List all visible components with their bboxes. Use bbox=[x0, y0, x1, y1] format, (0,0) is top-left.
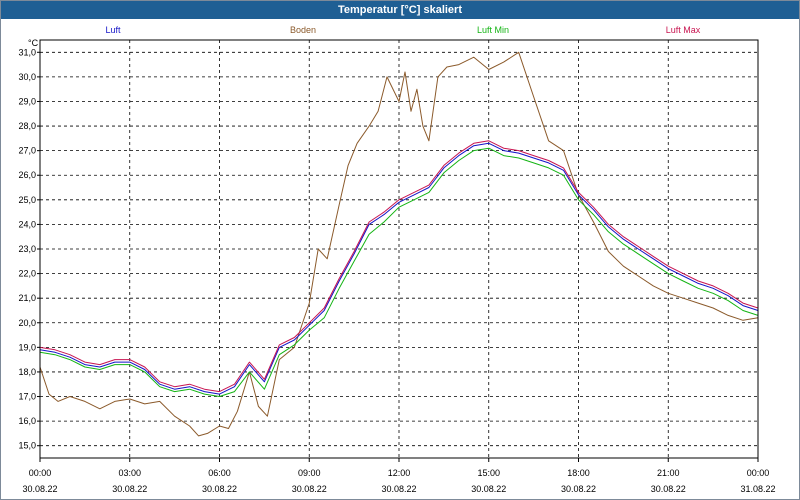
y-tick-label: 30,0 bbox=[18, 72, 36, 82]
y-tick-label: 24,0 bbox=[18, 219, 36, 229]
axes: 15,0 16,0 17,0 18,0 19,0 20,0 21,0 22,0 23,0 24,0… bbox=[18, 38, 775, 494]
x-tick-date: 31.08.22 bbox=[740, 484, 775, 494]
y-tick-label: 16,0 bbox=[18, 416, 36, 426]
legend-entry: Luft Min bbox=[477, 25, 509, 35]
legend-entry: Luft Max bbox=[666, 25, 701, 35]
y-tick-label: 27,0 bbox=[18, 146, 36, 156]
x-tick-time: 09:00 bbox=[298, 468, 321, 478]
y-unit-label: °C bbox=[28, 38, 39, 48]
x-tick-date: 30.08.22 bbox=[651, 484, 686, 494]
x-tick-date: 30.08.22 bbox=[112, 484, 147, 494]
y-tick-label: 29,0 bbox=[18, 96, 36, 106]
legend-entry: Boden bbox=[290, 25, 316, 35]
x-tick-time: 12:00 bbox=[388, 468, 411, 478]
y-tick-label: 18,0 bbox=[18, 367, 36, 377]
y-tick-label: 21,0 bbox=[18, 293, 36, 303]
y-tick-label: 22,0 bbox=[18, 269, 36, 279]
y-tick-label: 20,0 bbox=[18, 318, 36, 328]
y-tick-label: 28,0 bbox=[18, 121, 36, 131]
x-tick-date: 30.08.22 bbox=[471, 484, 506, 494]
x-tick-date: 30.08.22 bbox=[381, 484, 416, 494]
y-tick-label: 17,0 bbox=[18, 392, 36, 402]
x-tick-time: 15:00 bbox=[477, 468, 500, 478]
x-tick-time: 03:00 bbox=[118, 468, 141, 478]
x-tick-time: 21:00 bbox=[657, 468, 680, 478]
grid bbox=[40, 40, 758, 458]
legend-entry: Luft bbox=[105, 25, 121, 35]
temperature-chart: 15,0 16,0 17,0 18,0 19,0 20,0 21,0 22,0 23,0 24,0… bbox=[18, 25, 775, 494]
x-tick-date: 30.08.22 bbox=[292, 484, 327, 494]
y-tick-label: 26,0 bbox=[18, 170, 36, 180]
y-tick-label: 23,0 bbox=[18, 244, 36, 254]
x-tick-time: 18:00 bbox=[567, 468, 590, 478]
x-tick-date: 30.08.22 bbox=[22, 484, 57, 494]
x-tick-time: 06:00 bbox=[208, 468, 231, 478]
x-tick-time: 00:00 bbox=[29, 468, 52, 478]
y-tick-label: 19,0 bbox=[18, 342, 36, 352]
y-tick-label: 25,0 bbox=[18, 195, 36, 205]
x-tick-time: 00:00 bbox=[747, 468, 770, 478]
x-tick-date: 30.08.22 bbox=[561, 484, 596, 494]
x-tick-date: 30.08.22 bbox=[202, 484, 237, 494]
y-tick-label: 15,0 bbox=[18, 441, 36, 451]
legend: Luft Boden Luft Min Luft Max bbox=[105, 25, 700, 35]
y-tick-label: 31,0 bbox=[18, 47, 36, 57]
